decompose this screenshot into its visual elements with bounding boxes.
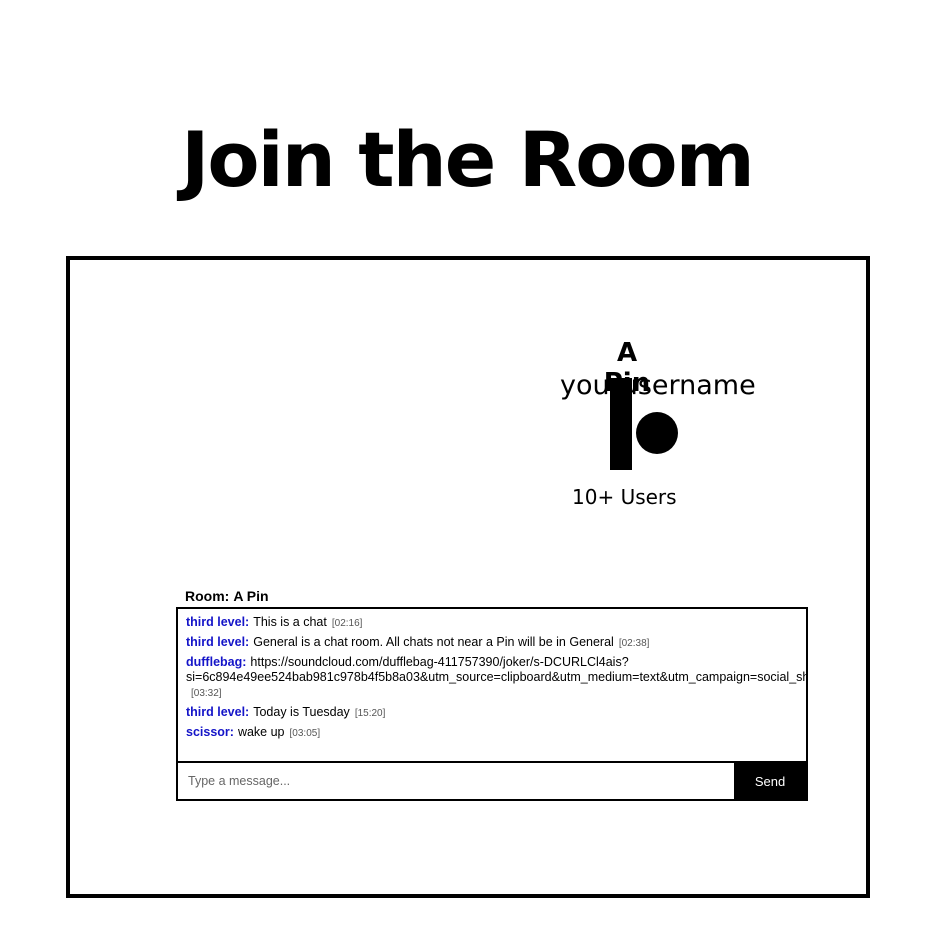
- message-time: [15:20]: [354, 708, 386, 719]
- message-text: Today is Tuesday: [253, 705, 350, 719]
- message-user: third level:: [186, 705, 250, 719]
- room-name: A Pin: [233, 588, 269, 604]
- message-text: wake up: [237, 725, 285, 739]
- message-text: This is a chat: [253, 615, 327, 629]
- room-label-prefix: Room:: [185, 588, 230, 604]
- pin-username: yourusername: [560, 370, 756, 401]
- message-text: General is a chat room. All chats not ne…: [253, 635, 614, 649]
- message-user: scissor:: [186, 725, 234, 739]
- send-button[interactable]: Send: [734, 763, 806, 799]
- message-list[interactable]: third level: This is a chat [02:16] third …: [178, 609, 806, 761]
- message-link[interactable]: https://soundcloud.com/dufflebag-4117573…: [250, 655, 628, 669]
- chat-message: dufflebag: https://soundcloud.com/duffleb…: [186, 655, 806, 701]
- chat-box: third level: This is a chat [02:16] third …: [176, 607, 808, 801]
- chat-message: third level: Today is Tuesday [15:20]: [186, 705, 806, 721]
- message-user: third level:: [186, 615, 250, 629]
- message-time: [03:32]: [191, 688, 222, 699]
- chat-message: scissor: wake up [03:05]: [186, 725, 806, 741]
- message-input[interactable]: [178, 763, 734, 799]
- message-user: third level:: [186, 635, 250, 649]
- page-title: Join the Room: [181, 115, 755, 204]
- message-user: dufflebag:: [186, 655, 247, 669]
- message-time: [03:05]: [289, 728, 321, 739]
- message-composer: Send: [178, 761, 806, 799]
- pin-dot-icon[interactable]: [636, 412, 678, 454]
- message-link-continued[interactable]: si=6c894e49ee524bab981c978b4f5b8a03&utm_…: [186, 670, 806, 685]
- chat-message: third level: This is a chat [02:16]: [186, 615, 806, 631]
- chat-message: third level: General is a chat room. All …: [186, 635, 806, 651]
- pin-user-count: 10+ Users: [572, 485, 677, 509]
- room-panel: A Pin yourusername 10+ Users Room:A Pin …: [66, 256, 870, 898]
- join-room-page: Join the Room A Pin yourusername 10+ Use…: [0, 0, 934, 934]
- message-time: [02:16]: [331, 618, 363, 629]
- pin-icon[interactable]: [610, 378, 632, 470]
- message-time: [02:38]: [618, 638, 650, 649]
- room-label: Room: A Pin: [185, 587, 273, 605]
